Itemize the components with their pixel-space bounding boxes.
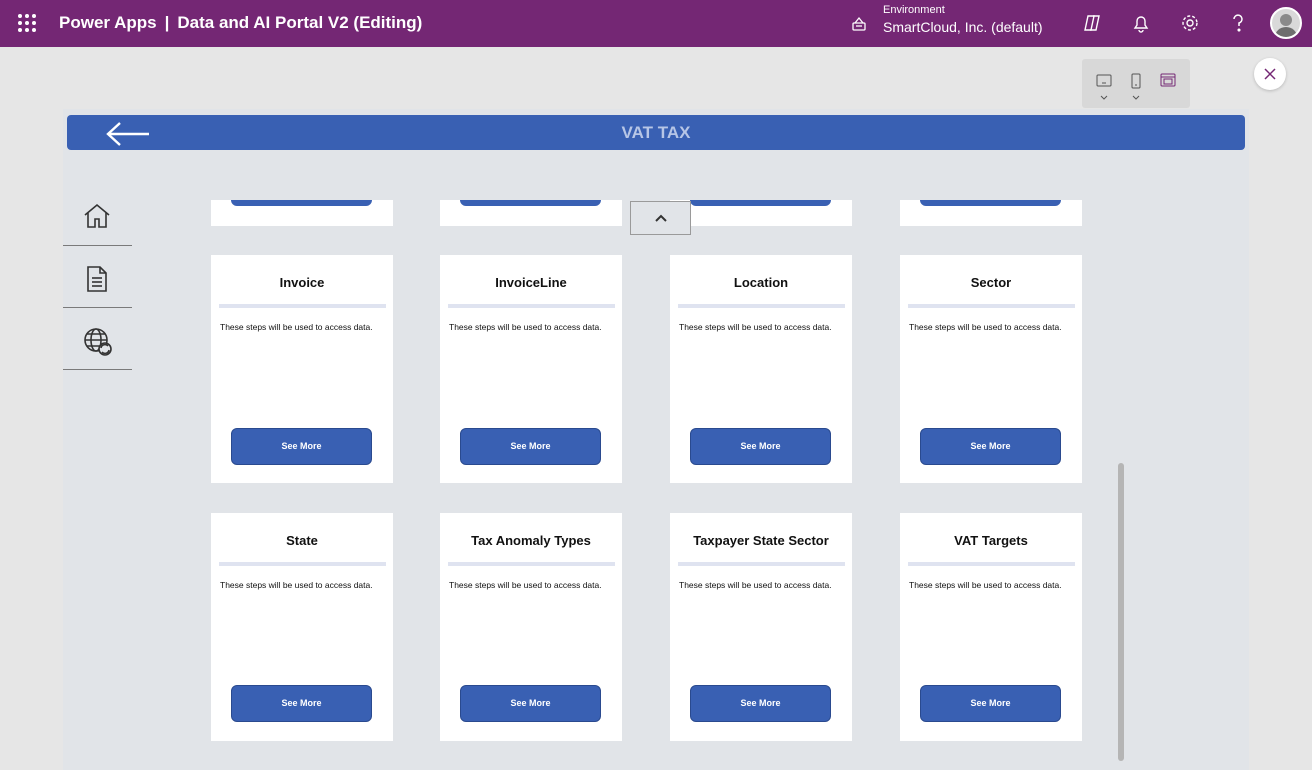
card-description: These steps will be used to access data. xyxy=(679,322,832,332)
card-partial xyxy=(900,200,1082,226)
app-title: Power Apps | Data and AI Portal V2 (Editin… xyxy=(59,13,422,33)
card-description: These steps will be used to access data. xyxy=(449,322,602,332)
card-description: These steps will be used to access data. xyxy=(449,580,602,590)
copilot-icon[interactable] xyxy=(1081,12,1103,34)
close-preview-button[interactable] xyxy=(1254,58,1286,90)
screen-title: VAT TAX xyxy=(621,123,691,142)
see-more-button[interactable]: See More xyxy=(231,685,372,722)
card-taxpayer-state-sector: Taxpayer State Sector These steps will b… xyxy=(670,513,852,741)
globe-refresh-icon xyxy=(84,328,112,356)
scrollbar-thumb[interactable] xyxy=(1118,463,1124,761)
app-name[interactable]: Power Apps xyxy=(59,13,157,32)
see-more-button[interactable]: See More xyxy=(690,428,831,465)
see-more-button[interactable]: See More xyxy=(920,428,1061,465)
card-tax-anomaly-types: Tax Anomaly Types These steps will be us… xyxy=(440,513,622,741)
card-divider xyxy=(678,304,845,308)
top-bar: Power Apps | Data and AI Portal V2 (Editin… xyxy=(0,0,1312,47)
card-partial xyxy=(670,200,852,226)
scroll-up-button[interactable] xyxy=(630,201,691,235)
nav-home[interactable] xyxy=(63,184,132,246)
card-vat-targets: VAT Targets These steps will be used to … xyxy=(900,513,1082,741)
web-layout-icon[interactable] xyxy=(1156,71,1180,101)
card-title: State xyxy=(286,533,318,548)
card-divider xyxy=(908,304,1075,308)
card-description: These steps will be used to access data. xyxy=(909,580,1062,590)
card-partial xyxy=(440,200,622,226)
title-separator: | xyxy=(164,13,170,32)
card-title: Sector xyxy=(970,275,1012,290)
card-invoice: Invoice These steps will be used to acce… xyxy=(211,255,393,483)
gear-icon[interactable] xyxy=(1179,12,1201,34)
phone-icon[interactable] xyxy=(1124,71,1148,101)
device-toolbar xyxy=(1082,59,1190,108)
bell-icon[interactable] xyxy=(1130,12,1152,34)
see-more-button[interactable]: See More xyxy=(920,685,1061,722)
card-divider xyxy=(219,304,386,308)
card-description: These steps will be used to access data. xyxy=(679,580,832,590)
help-icon[interactable] xyxy=(1227,12,1249,34)
card-title: VAT Targets xyxy=(954,533,1028,548)
card-description: These steps will be used to access data. xyxy=(220,580,373,590)
card-divider xyxy=(678,562,845,566)
chevron-up-icon xyxy=(655,214,667,222)
card-title: Taxpayer State Sector xyxy=(693,533,829,548)
card-title: Invoice xyxy=(279,275,325,290)
card-divider xyxy=(908,562,1075,566)
card-state: State These steps will be used to access… xyxy=(211,513,393,741)
card-invoiceline: InvoiceLine These steps will be used to … xyxy=(440,255,622,483)
card-sector: Sector These steps will be used to acces… xyxy=(900,255,1082,483)
card-divider xyxy=(219,562,386,566)
environment-picker[interactable]: SmartCloud, Inc. (default) xyxy=(883,19,1043,35)
card-description: These steps will be used to access data. xyxy=(220,322,373,332)
avatar[interactable] xyxy=(1270,7,1302,39)
environment-label: Environment xyxy=(883,4,945,16)
nav-globe[interactable] xyxy=(63,308,132,370)
document-title: Data and AI Portal V2 (Editing) xyxy=(177,13,423,32)
card-divider xyxy=(448,562,615,566)
card-divider xyxy=(448,304,615,308)
card-partial xyxy=(211,200,393,226)
tablet-icon[interactable] xyxy=(1092,71,1116,101)
screen-header: VAT TAX xyxy=(67,115,1245,150)
nav-documents[interactable] xyxy=(63,246,132,308)
card-description: These steps will be used to access data. xyxy=(909,322,1062,332)
document-icon xyxy=(87,266,107,292)
card-title: InvoiceLine xyxy=(495,275,567,290)
see-more-button[interactable]: See More xyxy=(690,685,831,722)
environment-icon[interactable] xyxy=(850,15,868,33)
card-title: Tax Anomaly Types xyxy=(471,533,591,548)
app-launcher-icon[interactable] xyxy=(18,14,36,32)
see-more-button[interactable]: See More xyxy=(460,428,601,465)
home-icon xyxy=(84,203,110,228)
app-screen: VAT TAX Invoice These steps will be used… xyxy=(63,109,1249,770)
card-title: Location xyxy=(733,275,789,290)
see-more-button[interactable]: See More xyxy=(460,685,601,722)
see-more-button[interactable]: See More xyxy=(231,428,372,465)
card-location: Location These steps will be used to acc… xyxy=(670,255,852,483)
